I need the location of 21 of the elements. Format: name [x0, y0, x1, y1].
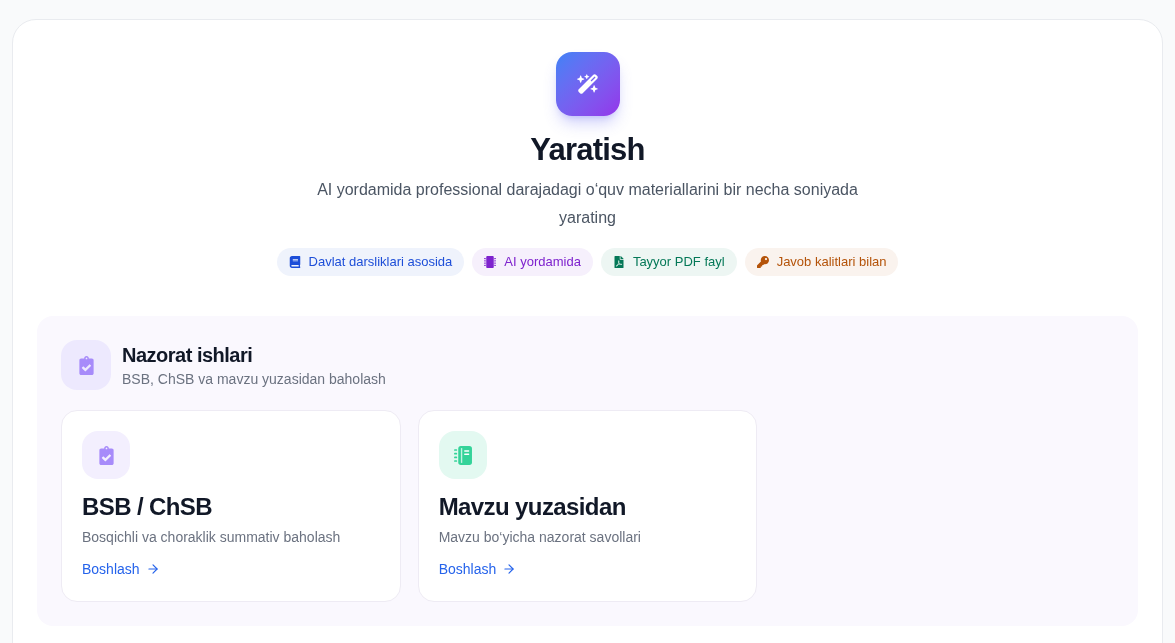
- page-title: Yaratish: [530, 132, 645, 168]
- clipboard-check-icon: [61, 340, 111, 390]
- card-title: BSB / ChSB: [82, 492, 213, 522]
- section-title: Nazorat ishlari: [122, 343, 254, 368]
- option-card[interactable]: BSB / ChSB Bosqichli va choraklik summativ baholash Boshlash: [61, 410, 401, 602]
- clipboard-check-icon: [82, 431, 130, 479]
- start-link[interactable]: Boshlash: [82, 559, 160, 579]
- badge-label: AI yordamida: [504, 253, 581, 272]
- section-subtitle: BSB, ChSB va mavzu yuzasidan baholash: [122, 370, 386, 389]
- option-card[interactable]: Mavzu yuzasidan Mavzu bo‘yicha nazorat savollari Boshlash: [417, 410, 758, 602]
- badge-label: Davlat darsliklari asosida: [308, 253, 453, 272]
- badge-label: Javob kalitlari bilan: [776, 253, 887, 272]
- card-description: Bosqichli va choraklik summativ baholash: [82, 528, 342, 547]
- magic-wand-icon: [555, 52, 620, 116]
- badge-label: Tayyor PDF fayl: [632, 253, 725, 272]
- card-title: Mavzu yuzasidan: [438, 492, 627, 522]
- start-link[interactable]: Boshlash: [438, 559, 517, 579]
- card-description: Mavzu bo‘yicha nazorat savollari: [438, 528, 642, 547]
- page-subtitle: AI yordamida professional darajadagi o‘quv materiallarini bir necha soniyada yarating: [316, 180, 859, 228]
- arrow-right-icon: [145, 562, 160, 576]
- notebook-icon: [438, 431, 487, 479]
